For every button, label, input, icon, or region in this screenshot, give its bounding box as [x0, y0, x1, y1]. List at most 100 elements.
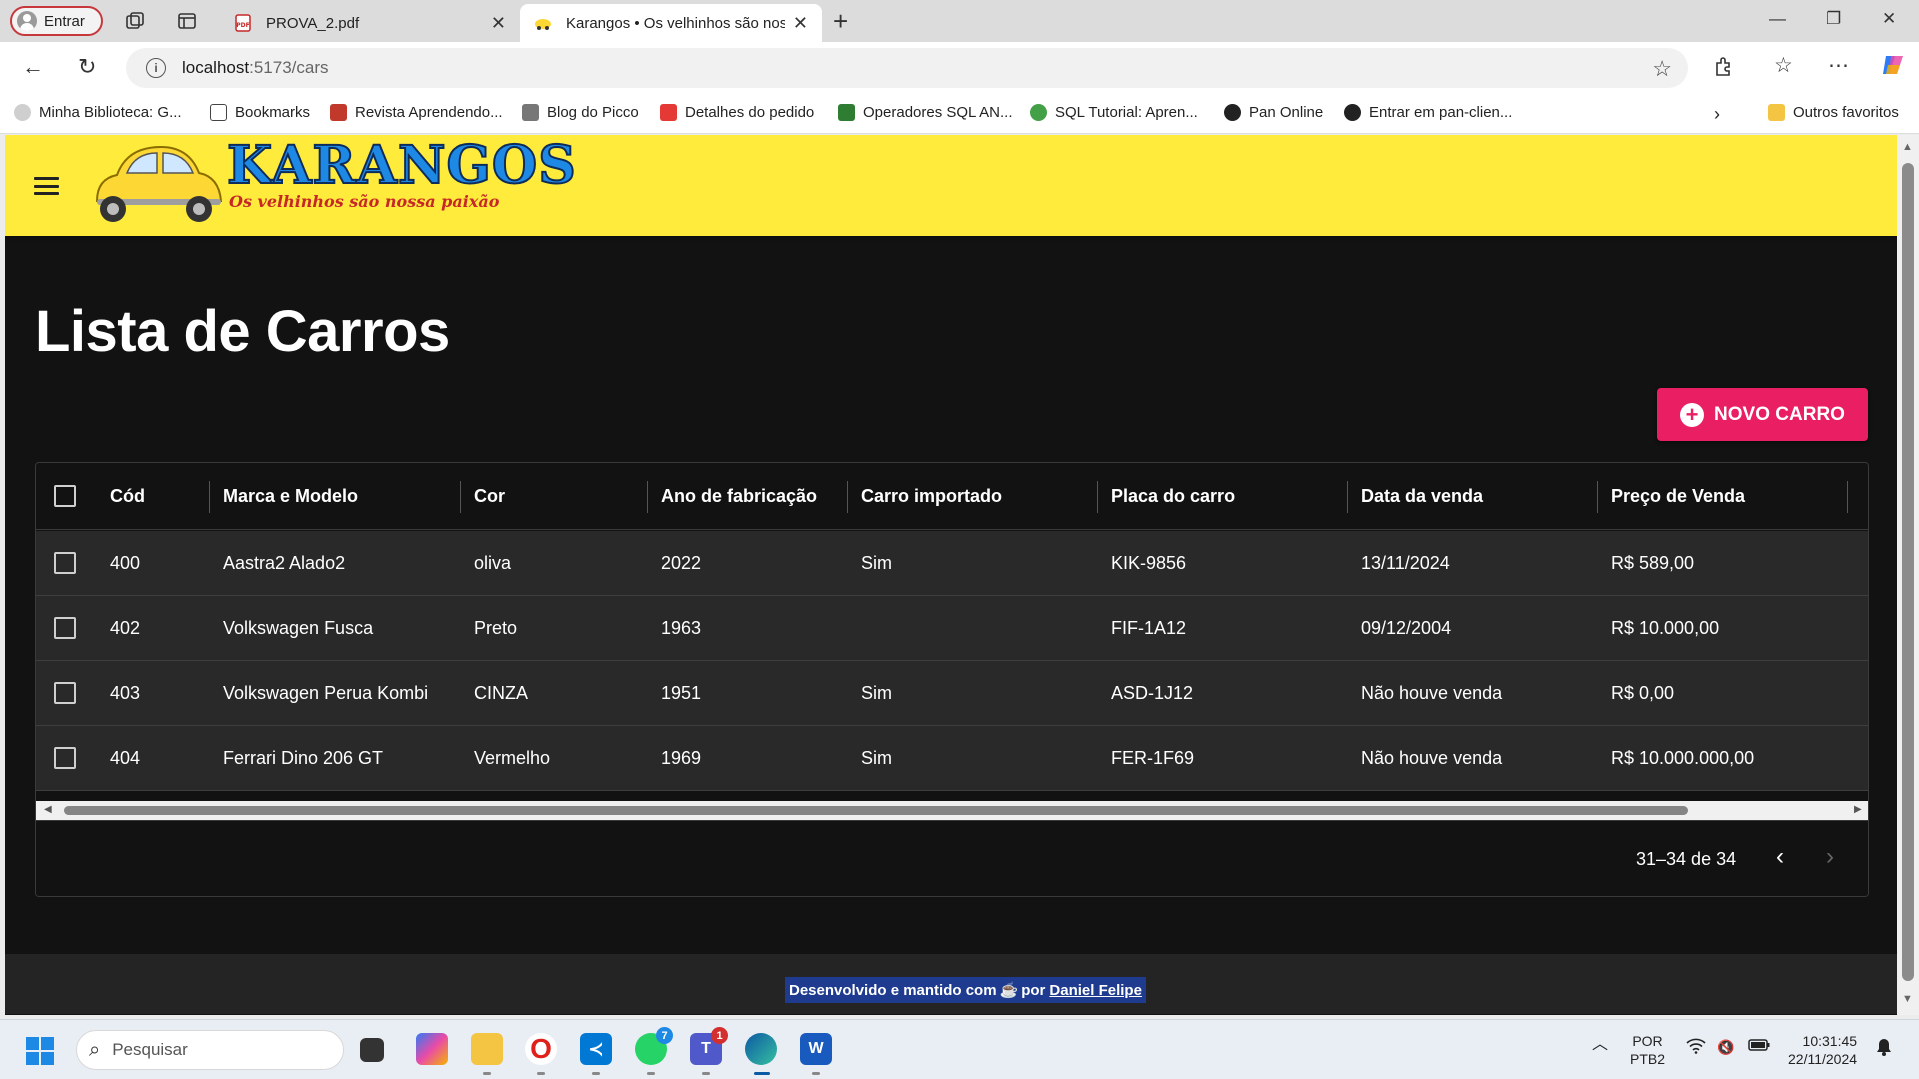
scroll-thumb[interactable]: [64, 806, 1688, 815]
reload-icon[interactable]: ↻: [78, 54, 96, 80]
show-hidden-icons-icon[interactable]: ︿: [1592, 1036, 1608, 1054]
row-checkbox[interactable]: [54, 617, 76, 639]
bookmark-item[interactable]: SQL Tutorial: Apren...: [1030, 104, 1198, 121]
bookmark-item[interactable]: Minha Biblioteca: G...: [14, 104, 182, 121]
volume-muted-icon[interactable]: 🔇: [1717, 1038, 1734, 1056]
column-header-plate[interactable]: Placa do carro: [1111, 463, 1235, 530]
scroll-left-icon[interactable]: ◀: [44, 804, 52, 815]
close-window-icon[interactable]: ✕: [1882, 9, 1896, 29]
clock[interactable]: 10:31:45 22/11/2024: [1788, 1032, 1857, 1068]
new-tab-icon[interactable]: +: [833, 6, 848, 37]
opera-icon[interactable]: O: [525, 1033, 557, 1065]
folder-icon: [1768, 104, 1785, 121]
clock-date: 22/11/2024: [1788, 1051, 1858, 1067]
workspaces-icon[interactable]: [122, 8, 148, 34]
language-code: POR: [1632, 1033, 1663, 1049]
scroll-up-icon[interactable]: ▲: [1902, 141, 1913, 153]
cell-plate: FIF-1A12: [1111, 618, 1187, 638]
other-favorites[interactable]: Outros favoritos: [1768, 104, 1899, 121]
vscode-icon[interactable]: ≺: [580, 1033, 612, 1065]
whatsapp-icon[interactable]: 7: [635, 1027, 673, 1065]
horizontal-scrollbar[interactable]: ◀ ▶: [36, 801, 1868, 820]
column-header-sale-date[interactable]: Data da venda: [1361, 463, 1483, 530]
extensions-icon[interactable]: [1713, 55, 1735, 83]
app-footer: Desenvolvido e mantido com ☕ por Daniel …: [5, 954, 1897, 1014]
notifications-bell-icon[interactable]: [1876, 1038, 1892, 1060]
more-menu-icon[interactable]: ⋯: [1828, 53, 1849, 78]
table-row[interactable]: 402 Volkswagen Fusca Preto 1963 FIF-1A12…: [36, 596, 1868, 661]
column-header-imported[interactable]: Carro importado: [861, 463, 1002, 530]
scroll-right-icon[interactable]: ▶: [1854, 804, 1862, 815]
row-checkbox[interactable]: [54, 747, 76, 769]
cell-sale-date: 13/11/2024: [1361, 553, 1450, 573]
close-tab-icon[interactable]: ✕: [793, 13, 808, 34]
table-row[interactable]: 404 Ferrari Dino 206 GT Vermelho 1969 Si…: [36, 726, 1868, 791]
close-tab-icon[interactable]: ✕: [491, 13, 506, 34]
profile-button[interactable]: Entrar: [10, 6, 103, 36]
column-header-cod[interactable]: Cód: [110, 463, 145, 530]
task-view-icon[interactable]: [360, 1038, 384, 1062]
file-explorer-icon[interactable]: [471, 1033, 503, 1065]
edge-icon[interactable]: [745, 1033, 777, 1065]
wifi-icon[interactable]: [1686, 1038, 1706, 1058]
bookmark-item[interactable]: Revista Aprendendo...: [330, 104, 503, 121]
grid-footer: 31–34 de 34 ‹ ›: [36, 820, 1868, 896]
windows-start-icon[interactable]: [26, 1037, 54, 1070]
cell-plate: FER-1F69: [1111, 748, 1195, 768]
table-row[interactable]: 403 Volkswagen Perua Kombi CINZA 1951 Si…: [36, 661, 1868, 726]
bookmark-label: Operadores SQL AN...: [863, 104, 1013, 121]
cell-sale-date: 09/12/2004: [1361, 618, 1452, 638]
author-link[interactable]: Daniel Felipe: [1049, 982, 1142, 999]
select-all-checkbox[interactable]: [54, 485, 76, 507]
car-favicon-icon: [535, 19, 551, 30]
bookmark-item[interactable]: Bookmarks: [210, 104, 310, 121]
next-page-icon[interactable]: ›: [1826, 843, 1834, 871]
battery-icon[interactable]: [1748, 1038, 1770, 1056]
vertical-scrollbar[interactable]: ▲ ▼: [1897, 135, 1919, 1015]
url-input[interactable]: i localhost:5173/cars ☆: [126, 48, 1688, 88]
table-row[interactable]: 400 Aastra2 Alado2 oliva 2022 Sim KIK-98…: [36, 531, 1868, 596]
cell-year: 1963: [661, 618, 702, 638]
tab-title: Karangos • Os velhinhos são nossa paixão: [566, 14, 785, 32]
profile-label: Entrar: [44, 12, 85, 30]
row-checkbox[interactable]: [54, 682, 76, 704]
minimize-icon[interactable]: —: [1769, 9, 1786, 29]
column-header-year[interactable]: Ano de fabricação: [661, 463, 817, 530]
word-icon[interactable]: W: [800, 1033, 832, 1065]
bookmark-item[interactable]: Entrar em pan-clien...: [1344, 104, 1512, 121]
more-bookmarks-chevron-icon[interactable]: ›: [1714, 104, 1720, 125]
column-header-color[interactable]: Cor: [474, 463, 505, 530]
cell-price: R$ 10.000,00: [1611, 618, 1720, 638]
scroll-down-icon[interactable]: ▼: [1902, 993, 1913, 1005]
hamburger-menu-icon[interactable]: [34, 177, 59, 195]
restore-icon[interactable]: ❐: [1826, 9, 1841, 29]
vertical-tabs-icon[interactable]: [174, 8, 200, 34]
bookmark-item[interactable]: Blog do Picco: [522, 104, 639, 121]
site-info-icon[interactable]: i: [146, 58, 166, 78]
taskbar-search[interactable]: ⌕ Pesquisar: [76, 1030, 344, 1070]
teams-icon[interactable]: T 1: [690, 1027, 728, 1065]
favorite-star-icon[interactable]: ☆: [1652, 56, 1672, 82]
cell-price: R$ 589,00: [1611, 553, 1695, 573]
tab-prova-pdf[interactable]: PDF PROVA_2.pdf ✕: [220, 4, 520, 42]
bookmark-item[interactable]: Operadores SQL AN...: [838, 104, 1013, 121]
browser-tab-strip: Entrar PDF PROVA_2.pdf ✕ Karangos • Os v…: [0, 0, 1919, 42]
favorites-icon[interactable]: ☆: [1774, 53, 1793, 78]
copilot-app-icon[interactable]: [416, 1033, 448, 1065]
bookmark-item[interactable]: Detalhes do pedido: [660, 104, 814, 121]
row-checkbox[interactable]: [54, 552, 76, 574]
bookmark-label: Revista Aprendendo...: [355, 104, 503, 121]
pagination-range: 31–34 de 34: [1636, 849, 1737, 869]
column-header-price[interactable]: Preço de Venda: [1611, 463, 1745, 530]
scroll-thumb[interactable]: [1902, 163, 1914, 981]
whatsapp-badge: 7: [656, 1027, 673, 1044]
copilot-icon[interactable]: [1880, 52, 1906, 84]
new-car-button[interactable]: + NOVO CARRO: [1657, 388, 1868, 441]
input-language[interactable]: POR PTB2: [1630, 1032, 1665, 1068]
previous-page-icon[interactable]: ‹: [1776, 843, 1784, 871]
bookmark-item[interactable]: Pan Online: [1224, 104, 1323, 121]
back-icon[interactable]: ←: [22, 54, 44, 80]
tab-karangos[interactable]: Karangos • Os velhinhos são nossa paixão…: [520, 4, 822, 42]
bookmark-label: Pan Online: [1249, 104, 1324, 121]
column-header-model[interactable]: Marca e Modelo: [223, 463, 358, 530]
